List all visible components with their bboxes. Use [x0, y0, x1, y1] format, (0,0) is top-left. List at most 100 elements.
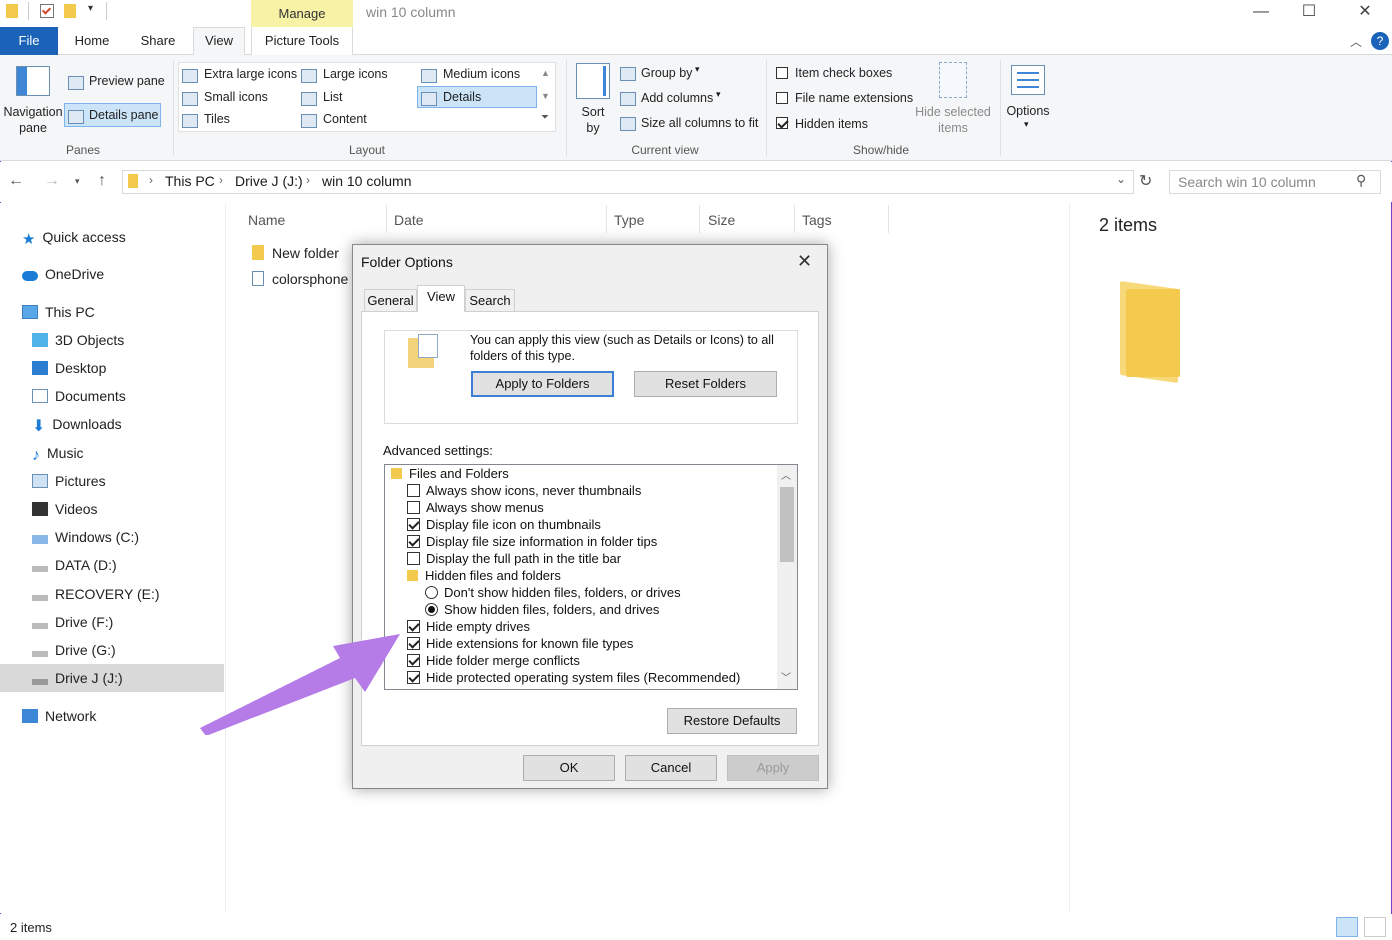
up-icon[interactable]: ↑	[98, 172, 106, 190]
refresh-icon[interactable]: ↻	[1139, 171, 1152, 191]
nav-this-pc[interactable]: This PC	[22, 299, 95, 325]
group-by-button[interactable]: Group by	[641, 66, 692, 80]
breadcrumb-current-folder[interactable]: win 10 column	[322, 173, 412, 189]
advanced-setting-row[interactable]: Always show icons, never thumbnails	[407, 482, 641, 499]
file-row[interactable]: New folder	[252, 245, 339, 261]
vertical-scrollbar[interactable]: ︿ ﹀	[777, 465, 797, 689]
nav-3d-objects[interactable]: 3D Objects	[32, 327, 124, 353]
column-separator[interactable]	[699, 205, 700, 233]
nav-drive-f[interactable]: Drive (F:)	[32, 609, 113, 635]
column-separator[interactable]	[794, 205, 795, 233]
layout-extra-large-icons[interactable]: Extra large icons	[204, 67, 297, 81]
add-columns-button[interactable]: Add columns	[641, 91, 713, 105]
details-pane-button[interactable]: Details pane	[89, 108, 159, 122]
sort-by-button[interactable]: Sort by	[577, 104, 609, 136]
tab-view[interactable]: View	[417, 285, 465, 312]
advanced-setting-row[interactable]: Display file icon on thumbnails	[407, 516, 601, 533]
details-view-icon[interactable]	[1336, 917, 1358, 937]
navigation-pane-icon[interactable]	[16, 66, 50, 96]
tab-picture-tools[interactable]: Picture Tools	[251, 27, 353, 55]
nav-windows-c[interactable]: Windows (C:)	[32, 524, 139, 550]
new-folder-icon[interactable]	[64, 4, 76, 18]
add-columns-dropdown-icon[interactable]: ▾	[716, 89, 721, 100]
nav-pictures[interactable]: Pictures	[32, 468, 106, 494]
checkbox[interactable]	[407, 518, 420, 531]
collapse-ribbon-icon[interactable]: ︿	[1350, 33, 1362, 50]
advanced-settings-list[interactable]: Files and Folders Always show icons, neve…	[384, 464, 798, 690]
item-check-boxes-checkbox[interactable]	[776, 67, 788, 82]
hidden-items-checkbox[interactable]	[776, 117, 788, 132]
tab-home[interactable]: Home	[66, 27, 118, 55]
file-row[interactable]: colorsphone	[252, 271, 348, 287]
advanced-setting-row[interactable]: Display file size information in folder …	[407, 533, 657, 550]
layout-tiles[interactable]: Tiles	[204, 112, 230, 126]
advanced-setting-row[interactable]: Hide folder merge conflicts	[407, 652, 580, 669]
scroll-down-icon[interactable]: ﹀	[781, 669, 791, 684]
nav-onedrive[interactable]: OneDrive	[22, 261, 104, 287]
size-all-columns-button[interactable]: Size all columns to fit	[641, 116, 758, 130]
search-icon[interactable]: ⚲	[1356, 172, 1366, 189]
nav-desktop[interactable]: Desktop	[32, 355, 106, 381]
layout-medium-icons[interactable]: Medium icons	[443, 67, 520, 81]
radio-button[interactable]	[425, 586, 438, 599]
minimize-button[interactable]: —	[1238, 0, 1284, 27]
checkbox[interactable]	[407, 501, 420, 514]
nav-music[interactable]: ♪ Music	[32, 440, 84, 466]
tab-file[interactable]: File	[0, 27, 58, 55]
checkbox[interactable]	[407, 535, 420, 548]
restore-defaults-button[interactable]: Restore Defaults	[667, 708, 797, 734]
options-button[interactable]: Options	[1006, 104, 1050, 118]
gallery-down-icon[interactable]: ▼	[541, 91, 550, 101]
advanced-setting-row[interactable]: Don't show hidden files, folders, or dri…	[425, 584, 681, 601]
options-dropdown-icon[interactable]: ▾	[1024, 119, 1029, 130]
close-button[interactable]: ✕	[1342, 0, 1388, 27]
large-icons-view-icon[interactable]	[1364, 917, 1386, 937]
advanced-setting-row[interactable]: Hidden files and folders	[407, 567, 561, 584]
layout-content[interactable]: Content	[323, 112, 367, 126]
ok-button[interactable]: OK	[523, 755, 615, 781]
navigation-pane-button[interactable]: Navigation pane	[3, 104, 63, 136]
reset-folders-button[interactable]: Reset Folders	[634, 371, 777, 397]
recent-locations-icon[interactable]: ▾	[75, 176, 80, 187]
layout-small-icons[interactable]: Small icons	[204, 90, 268, 104]
checkbox[interactable]	[407, 620, 420, 633]
nav-quick-access[interactable]: ★ Quick access	[22, 224, 126, 250]
gallery-up-icon[interactable]: ▲	[541, 68, 550, 78]
hide-selected-items-button[interactable]: Hide selected items	[912, 104, 994, 136]
column-size[interactable]: Size	[708, 210, 735, 230]
forward-icon[interactable]: →	[44, 172, 60, 190]
close-icon[interactable]: ✕	[797, 251, 812, 272]
advanced-setting-row[interactable]: Show hidden files, folders, and drives	[425, 601, 659, 618]
tab-general[interactable]: General	[364, 289, 417, 311]
column-tags[interactable]: Tags	[802, 210, 832, 230]
back-icon[interactable]: ←	[8, 172, 24, 190]
advanced-setting-row[interactable]: Hide protected operating system files (R…	[407, 669, 740, 686]
advanced-setting-row[interactable]: Hide empty drives	[407, 618, 530, 635]
layout-large-icons[interactable]: Large icons	[323, 67, 388, 81]
tab-share[interactable]: Share	[130, 27, 186, 55]
address-dropdown-icon[interactable]: ⌄	[1116, 172, 1126, 186]
nav-data-d[interactable]: DATA (D:)	[32, 552, 117, 578]
scroll-up-icon[interactable]: ︿	[781, 467, 791, 482]
layout-details[interactable]: Details	[443, 90, 481, 104]
advanced-setting-row[interactable]: Display the full path in the title bar	[407, 550, 621, 567]
checkbox[interactable]	[407, 484, 420, 497]
column-name[interactable]: Name	[248, 210, 285, 230]
qat-dropdown-icon[interactable]: ▾	[88, 3, 93, 14]
tab-view[interactable]: View	[193, 27, 245, 55]
apply-button[interactable]: Apply	[727, 755, 819, 781]
advanced-setting-row[interactable]: Files and Folders	[391, 465, 509, 482]
file-name-extensions-checkbox[interactable]	[776, 92, 788, 107]
column-separator[interactable]	[888, 205, 889, 233]
nav-drive-j[interactable]: Drive J (J:)	[32, 665, 123, 691]
nav-downloads[interactable]: ⬇ Downloads	[32, 411, 122, 437]
scroll-thumb[interactable]	[780, 487, 794, 562]
maximize-button[interactable]: ☐	[1286, 0, 1332, 27]
checkbox[interactable]	[407, 654, 420, 667]
group-by-dropdown-icon[interactable]: ▾	[695, 64, 700, 75]
nav-videos[interactable]: Videos	[32, 496, 98, 522]
nav-documents[interactable]: Documents	[32, 383, 126, 409]
apply-to-folders-button[interactable]: Apply to Folders	[471, 371, 614, 397]
radio-button[interactable]	[425, 603, 438, 616]
tab-search[interactable]: Search	[465, 289, 515, 311]
